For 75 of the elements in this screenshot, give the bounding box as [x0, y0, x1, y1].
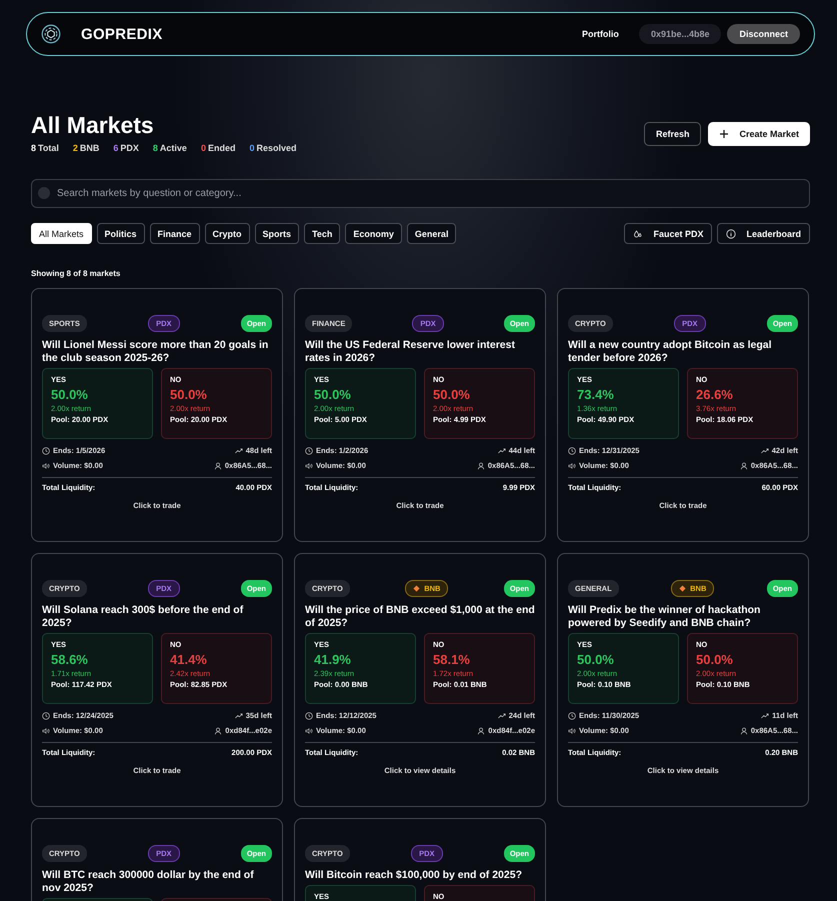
category-filter-tab[interactable]: Economy [345, 223, 402, 244]
stat-name: Total [38, 143, 59, 153]
stat-count: 8 [31, 143, 36, 153]
portfolio-link[interactable]: Portfolio [582, 29, 619, 39]
user-icon [476, 462, 485, 470]
user-icon [740, 462, 748, 470]
category-filter-tab[interactable]: Sports [254, 223, 300, 244]
category-filter-tab[interactable]: Finance [150, 223, 200, 244]
market-card[interactable] [31, 553, 283, 807]
volume-icon [305, 726, 313, 734]
market-card[interactable] [557, 288, 809, 542]
search-field[interactable]: Search markets by question or category... [31, 179, 810, 208]
category-filter-tab[interactable]: All Markets [31, 223, 92, 244]
leaderboard-button[interactable]: Leaderboard [717, 223, 810, 244]
market-question: Will Lionel Messi score more than 20 goals in the club season 2025-26? [42, 339, 270, 365]
stat-name: Ended [208, 143, 236, 153]
category-filter-tab[interactable]: Politics [96, 223, 145, 244]
results-count: Showing 8 of 8 markets [31, 269, 122, 278]
market-question: Will Bitcoin reach $100,000 by end of 2025? [305, 869, 523, 882]
user-icon [214, 462, 222, 470]
clock-icon [568, 712, 576, 720]
user-icon [477, 726, 486, 734]
brand-name: GOPREDIX [81, 26, 163, 42]
stat-count: 6 [113, 143, 118, 153]
market-question: Will the US Federal Reserve lower interest rates in 2026? [305, 339, 516, 365]
category-filter-tab[interactable]: General [406, 223, 456, 244]
volume-icon [42, 462, 50, 470]
volume-icon [568, 726, 576, 734]
volume-icon [568, 462, 576, 470]
diamond-icon [413, 585, 420, 592]
info-icon [726, 228, 736, 238]
trend-icon [498, 446, 506, 454]
stat-count: 2 [72, 143, 78, 153]
clock-icon [42, 446, 50, 454]
clock-icon [42, 712, 50, 720]
trend-icon [234, 712, 243, 720]
plus-icon [719, 129, 730, 139]
wallet-address[interactable]: 0x91be...4b8e [638, 24, 722, 44]
trend-icon [760, 446, 769, 454]
refresh-button[interactable]: Refresh [644, 122, 702, 146]
market-card[interactable] [557, 553, 809, 807]
market-card[interactable] [31, 288, 283, 542]
market-card[interactable] [294, 553, 546, 807]
stat-name: Resolved [256, 143, 297, 153]
diamond-icon [679, 585, 686, 592]
stat-name: PDX [120, 143, 139, 153]
trend-icon [498, 712, 506, 720]
clock-icon [305, 712, 313, 720]
stat-count: 8 [152, 143, 158, 153]
user-icon [740, 726, 748, 734]
user-icon [214, 726, 222, 734]
clock-icon [305, 446, 313, 454]
create-market-button[interactable]: Create Market [708, 122, 810, 146]
market-question: Will a new country adopt Bitcoin as legal tender before 2026? [568, 339, 773, 365]
market-question: Will the price of BNB exceed $1,000 at the end of 2025? [305, 604, 535, 630]
volume-icon [305, 462, 313, 470]
clock-icon [568, 446, 576, 454]
stat-name: BNB [80, 143, 100, 153]
faucet-button[interactable]: Faucet PDX [624, 223, 712, 244]
page-title: All Markets [31, 112, 155, 139]
stat-name: Active [160, 143, 187, 153]
market-question: Will Predix be the winner of hackathon powered by Seedify and BNB chain? [568, 604, 762, 630]
trend-icon [761, 712, 770, 720]
trend-icon [234, 446, 243, 454]
logo-icon [41, 24, 61, 44]
category-filter-tab[interactable]: Crypto [204, 223, 250, 244]
droplets-icon [633, 228, 644, 238]
category-filter-tab[interactable]: Tech [304, 223, 340, 244]
stat-count: 0 [249, 143, 254, 153]
volume-icon [42, 726, 50, 734]
stat-count: 0 [200, 143, 206, 153]
market-question: Will Solana reach 300$ before the end of 2025? [42, 604, 244, 630]
market-card[interactable] [294, 288, 546, 542]
market-question: Will BTC reach 300000 dollar by the end of nov 2025? [42, 869, 255, 895]
disconnect-button[interactable]: Disconnect [727, 24, 800, 44]
